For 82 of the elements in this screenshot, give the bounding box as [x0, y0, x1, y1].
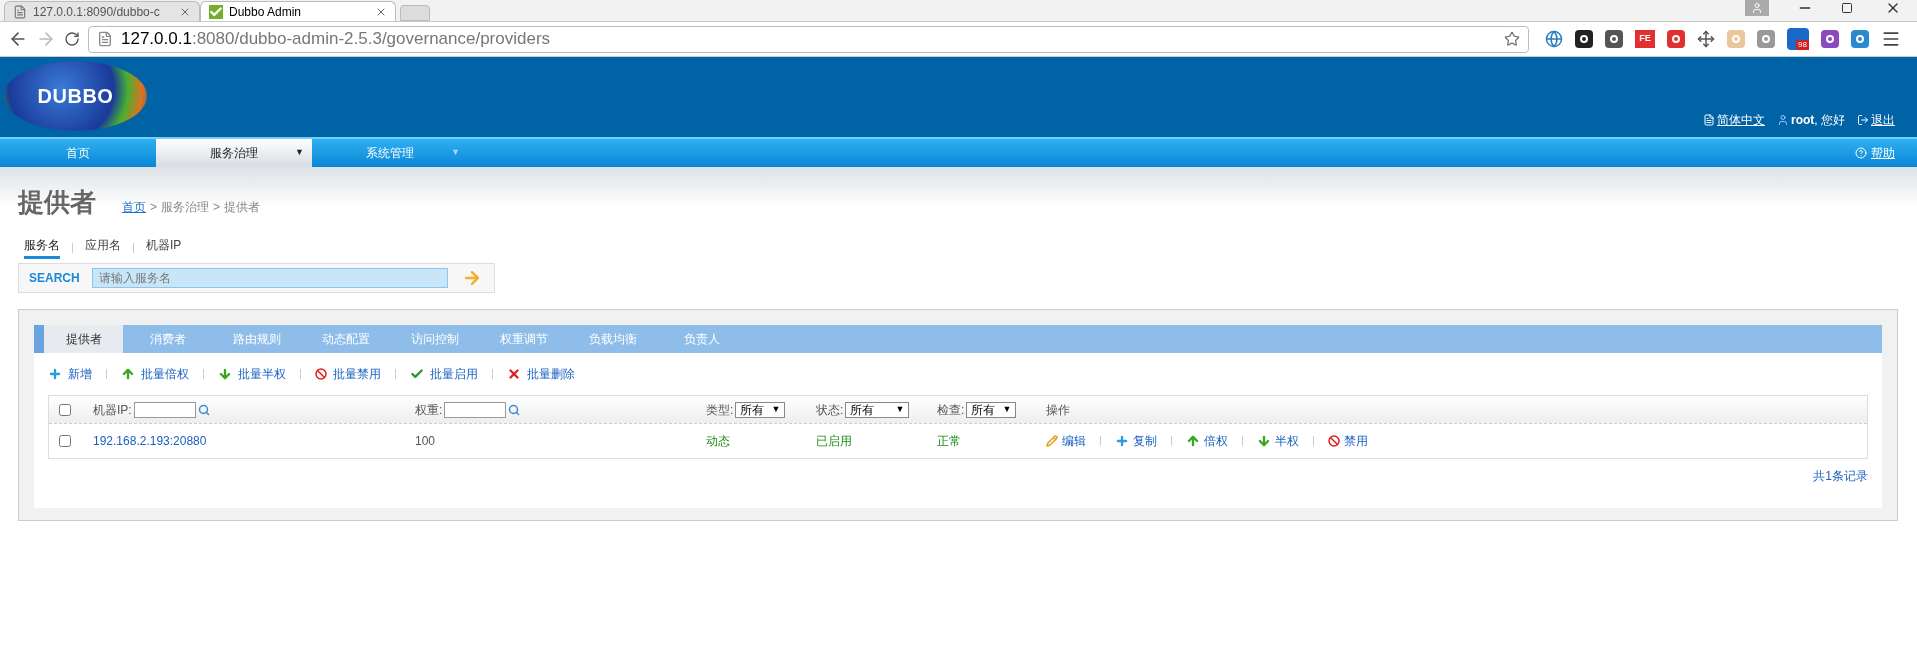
row-action[interactable]: 编辑 — [1046, 432, 1086, 450]
toolbar-action[interactable]: 新增 — [48, 365, 92, 383]
arrow-up-icon — [1186, 434, 1200, 448]
row-action[interactable]: 复制 — [1115, 432, 1157, 450]
logo[interactable]: DUBBO — [4, 61, 147, 131]
column-label: 检查: — [937, 401, 965, 419]
search-label: SEARCH — [29, 270, 80, 287]
breadcrumb-item: 服务治理 — [161, 199, 209, 216]
row-action[interactable]: 禁用 — [1328, 432, 1368, 450]
nav-item[interactable]: 服务治理 ▼ — [156, 139, 312, 167]
extension-icon[interactable] — [1575, 30, 1593, 48]
column-label: 操作 — [1046, 401, 1070, 419]
row-action[interactable]: 半权 — [1257, 432, 1299, 450]
breadcrumb-link[interactable]: 首页 — [122, 198, 146, 216]
toolbar-action[interactable]: 批量禁用 — [315, 365, 381, 383]
row-action[interactable]: 倍权 — [1186, 432, 1228, 450]
extension-icon[interactable]: 98 — [1787, 28, 1809, 50]
header-link[interactable]: 简体中文 — [1703, 111, 1765, 129]
check-icon — [410, 367, 424, 381]
status-cell: 已启用 — [816, 434, 852, 448]
content-tab[interactable]: 提供者 — [34, 325, 123, 353]
page-icon — [13, 4, 27, 19]
arrow-down-icon — [1257, 434, 1271, 448]
checkmark-icon — [209, 4, 223, 19]
url-text: 127.0.0.1:8080/dubbo-admin-2.5.3/governance/providers — [121, 28, 551, 51]
filter-field[interactable] — [444, 401, 507, 418]
check-cell: 正常 — [937, 434, 961, 448]
badge: 98 — [1796, 40, 1809, 50]
select-all-checkbox[interactable] — [59, 403, 71, 416]
toolbar-action[interactable]: 批量删除 — [507, 365, 575, 383]
column-label: 类型: — [706, 401, 734, 419]
search-icon[interactable] — [197, 403, 210, 416]
extension-icon[interactable] — [1605, 30, 1623, 48]
tab-title: Dubbo Admin — [229, 3, 302, 21]
extension-icon[interactable]: FE — [1635, 30, 1655, 48]
document-icon — [1703, 114, 1715, 126]
exit-icon — [1857, 114, 1869, 126]
toolbar-action[interactable]: 批量倍权 — [121, 365, 189, 383]
menu-icon[interactable] — [1881, 29, 1901, 49]
search-type-tab[interactable]: 机器IP — [146, 236, 182, 259]
search-type-tab[interactable]: 服务名 — [24, 236, 60, 259]
browser-tab[interactable]: 127.0.0.1:8090/dubbo-c — [4, 1, 200, 21]
page-icon — [97, 31, 113, 47]
weight-cell: 100 — [415, 434, 436, 448]
filter-dropdown[interactable]: 所有 ▼ — [966, 401, 1017, 418]
column-label: 状态: — [816, 401, 844, 419]
breadcrumb-separator: > — [150, 199, 157, 216]
search-field[interactable]: 请输入服务名 — [91, 268, 449, 288]
tab-title: 127.0.0.1:8090/dubbo-c — [33, 3, 160, 21]
filter-field[interactable] — [133, 401, 196, 418]
column-label: 机器IP: — [93, 401, 132, 419]
browser-tab[interactable]: Dubbo Admin — [200, 1, 396, 21]
ban-icon — [1328, 435, 1340, 447]
delete-icon — [507, 367, 521, 381]
header-link[interactable]: 退出 — [1857, 111, 1895, 129]
help-icon — [1855, 147, 1867, 159]
filter-dropdown[interactable]: 所有 ▼ — [735, 401, 786, 418]
header-link[interactable]: root, 您好 — [1777, 111, 1845, 129]
person-icon — [1751, 2, 1763, 14]
toolbar-action[interactable]: 批量启用 — [410, 365, 478, 383]
plus-icon — [1115, 434, 1129, 448]
type-cell: 动态 — [706, 434, 730, 448]
toolbar-action[interactable]: 批量半权 — [218, 365, 286, 383]
breadcrumb-item: 提供者 — [224, 199, 261, 216]
address-link[interactable]: 192.168.2.193:20880 — [93, 434, 207, 448]
address-field[interactable]: 127.0.0.1:8080/dubbo-admin-2.5.3/governance/providers — [88, 25, 1529, 53]
reload-icon[interactable] — [64, 31, 80, 47]
person-icon — [1777, 114, 1789, 126]
pencil-icon — [1046, 435, 1058, 447]
page-title: 提供者 — [18, 186, 96, 219]
record-count: 共1条记录 — [1813, 468, 1868, 485]
globe-icon[interactable] — [1545, 30, 1563, 48]
plus-icon — [48, 367, 62, 381]
ban-icon — [315, 368, 327, 380]
star-icon[interactable] — [1504, 31, 1520, 47]
row-checkbox[interactable] — [59, 435, 71, 447]
restore-icon[interactable] — [1841, 2, 1853, 14]
filter-dropdown[interactable]: 所有 ▼ — [845, 401, 910, 418]
search-icon[interactable] — [508, 403, 521, 416]
breadcrumb-separator: > — [213, 199, 221, 216]
column-label: 权重: — [415, 401, 443, 419]
search-type-tab[interactable]: 应用名 — [85, 236, 121, 259]
